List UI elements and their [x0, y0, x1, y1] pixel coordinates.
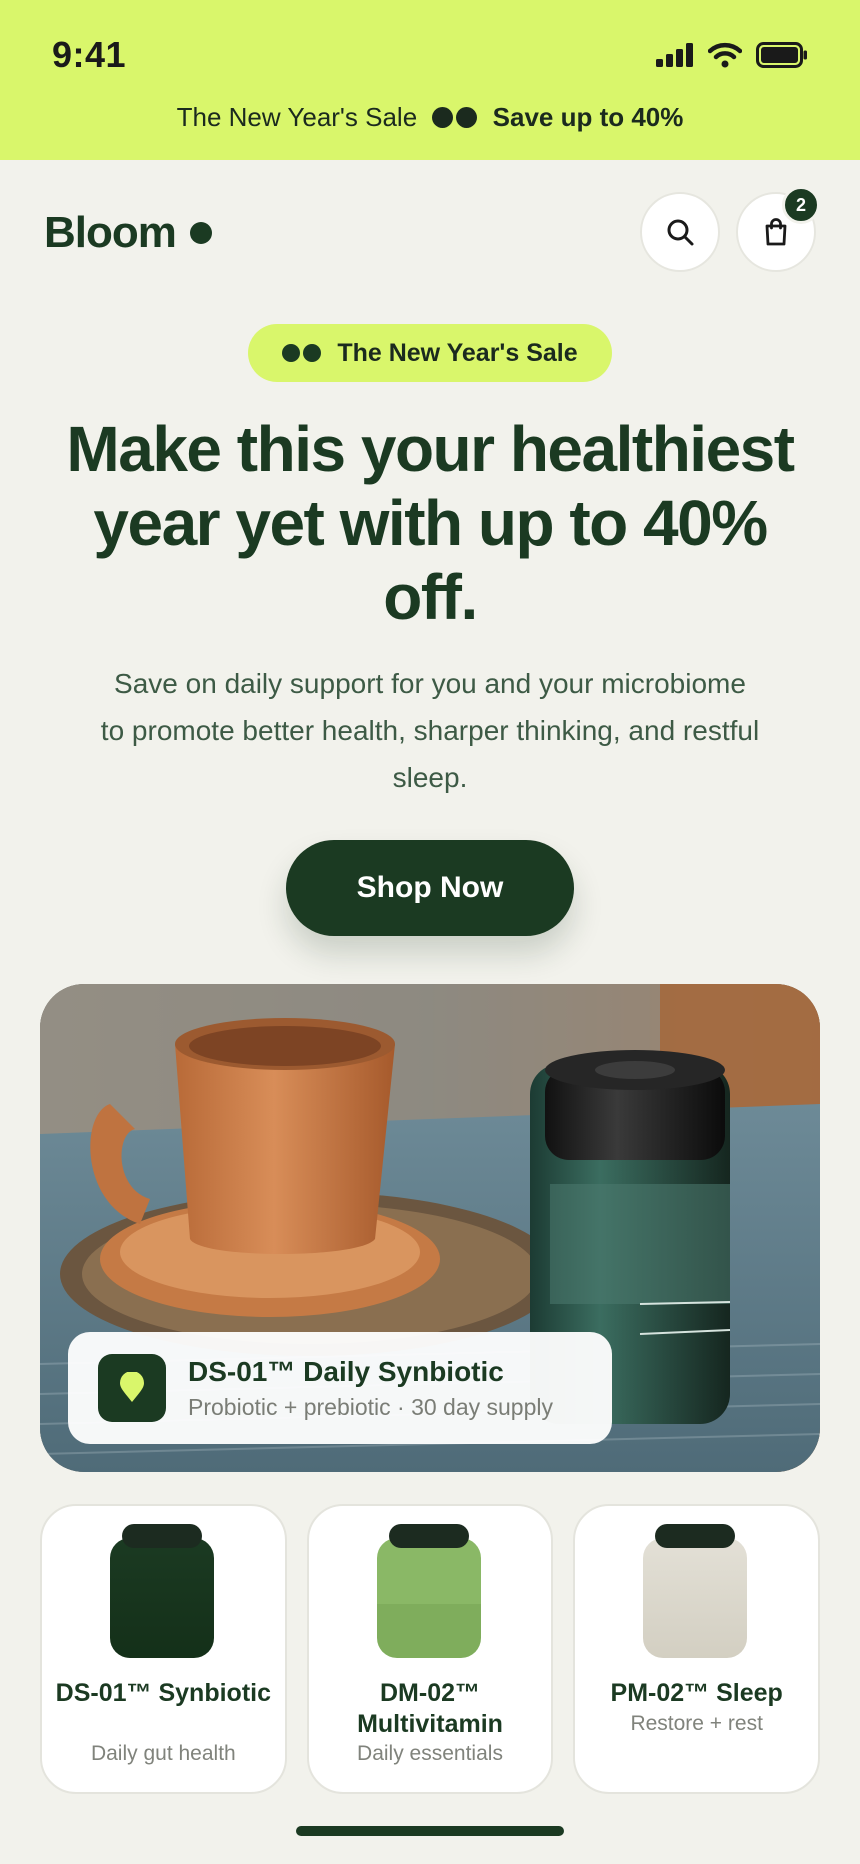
cart-button[interactable]: 2 [736, 186, 820, 272]
featured-product-description: Probiotic + prebiotic · 30 day supply [188, 1393, 554, 1420]
logo-dot-icon [189, 222, 212, 244]
promo-banner[interactable]: The New Year's Sale Save up to 40% [0, 102, 860, 133]
promo-dots-icon [432, 106, 478, 128]
leaf-pin-icon [120, 1372, 144, 1402]
shopping-bag-icon [765, 218, 787, 246]
hero-headline: Make this your healthiest year yet with … [66, 413, 795, 633]
product-card-ds01[interactable]: DS-01™ Synbiotic Daily gut health [40, 1504, 287, 1794]
product-card-name: DS-01™ Synbiotic [55, 1679, 271, 1707]
featured-product-name: DS-01™ Daily Synbiotic [188, 1355, 504, 1387]
home-indicator[interactable] [296, 1826, 564, 1836]
product-card-subtitle: Daily essentials [357, 1742, 503, 1765]
featured-product-tag[interactable]: DS-01™ Daily Synbiotic Probiotic + prebi… [68, 1332, 612, 1444]
product-card-subtitle: Daily gut health [90, 1742, 236, 1765]
product-card-pm02[interactable]: PM-02™ Sleep Restore + rest [573, 1504, 821, 1794]
status-time: 9:41 [52, 34, 127, 75]
promo-highlight: Save up to 40% [492, 102, 684, 132]
search-button[interactable] [640, 192, 720, 272]
product-tag-icon [98, 1354, 166, 1422]
signal-icon [656, 43, 693, 67]
battery-icon [756, 42, 807, 68]
site-header: Bloom 2 [0, 186, 860, 280]
shop-now-button[interactable]: Shop Now [286, 840, 574, 936]
product-cards: DS-01™ Synbiotic Daily gut health DM-02™… [40, 1504, 821, 1794]
wifi-icon [708, 42, 742, 68]
product-card-subtitle: Restore + rest [630, 1712, 763, 1735]
product-jar-icon [110, 1524, 214, 1658]
cart-count-badge: 2 [782, 186, 820, 224]
product-jar-icon [643, 1524, 748, 1658]
product-jar-icon [376, 1524, 481, 1658]
search-icon [667, 219, 694, 246]
status-icons [656, 42, 808, 68]
product-card-name: PM-02™ Sleep [610, 1679, 783, 1707]
sale-pill: The New Year's Sale [248, 324, 612, 382]
status-bar: 9:41 [0, 0, 860, 112]
promo-text: The New Year's Sale [176, 102, 418, 132]
sale-pill-label: The New Year's Sale [337, 338, 578, 367]
pill-dots-icon [282, 344, 322, 362]
product-card-name: DM-02™ Multivitamin [357, 1679, 503, 1738]
product-card-dm02[interactable]: DM-02™ Multivitamin Daily essentials [306, 1504, 554, 1794]
brand-logo[interactable]: Bloom [44, 208, 212, 258]
brand-name: Bloom [44, 208, 177, 257]
product-tag-text: DS-01™ Daily Synbiotic Probiotic + prebi… [188, 1356, 553, 1421]
hero-subcopy: Save on daily support for you and your m… [100, 668, 760, 793]
